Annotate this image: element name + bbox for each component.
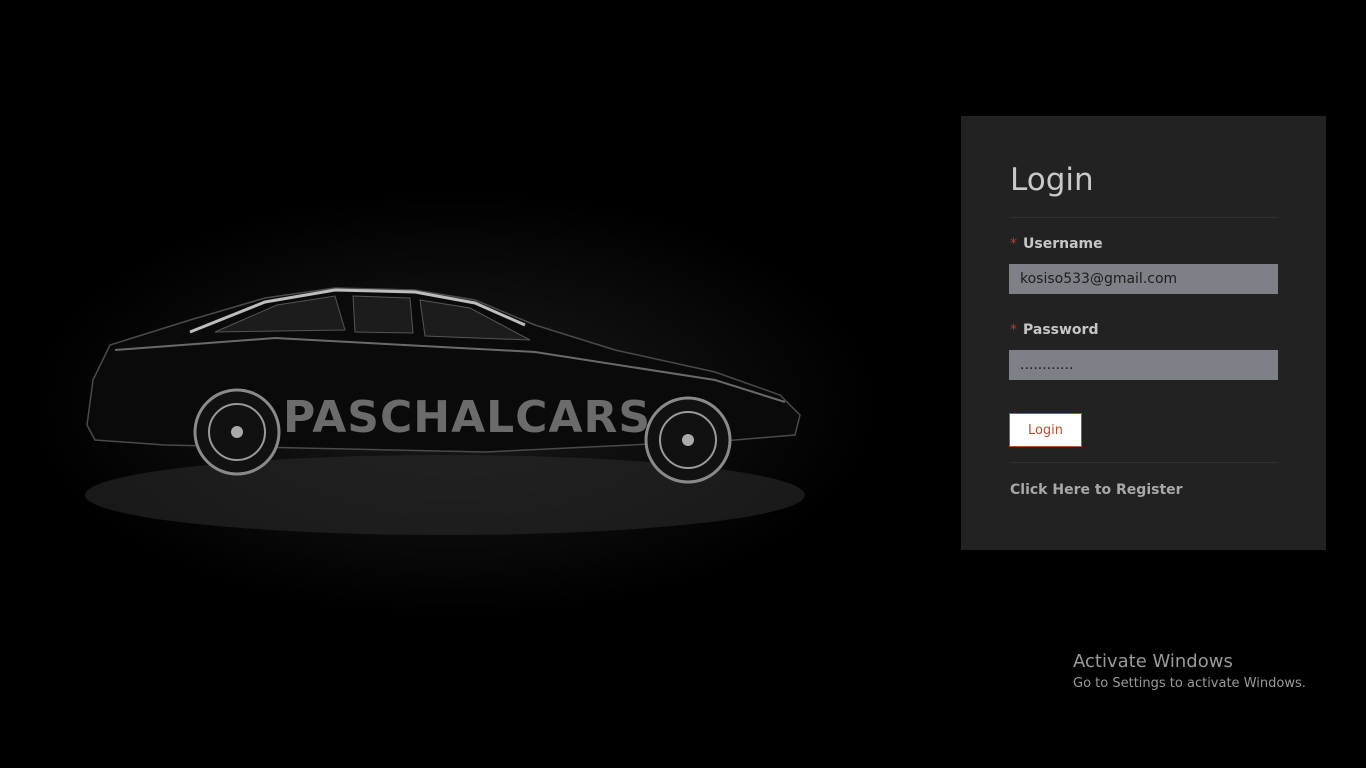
password-label: * Password [1010, 322, 1098, 338]
login-panel: Login * Username * Password Login Click He… [961, 116, 1326, 550]
password-label-text: Password [1023, 322, 1099, 338]
watermark-title: Activate Windows [1073, 651, 1233, 672]
title-divider [1010, 217, 1278, 218]
login-title: Login [1010, 162, 1094, 198]
watermark-subtitle: Go to Settings to activate Windows. [1073, 676, 1306, 691]
password-input[interactable] [1009, 350, 1278, 380]
required-marker: * [1010, 236, 1017, 252]
required-marker: * [1010, 322, 1017, 338]
car-illustration [85, 287, 805, 535]
windows-activation-watermark: Activate Windows Go to Settings to activ… [1073, 651, 1306, 691]
username-label-text: Username [1023, 236, 1103, 252]
brand-watermark: PASCHALCARS [283, 392, 652, 443]
username-input[interactable] [1009, 264, 1278, 294]
login-button[interactable]: Login [1009, 413, 1082, 447]
form-divider [1010, 462, 1278, 463]
username-label: * Username [1010, 236, 1103, 252]
register-link[interactable]: Click Here to Register [1010, 482, 1183, 498]
hero-image: PASCHALCARS [15, 140, 895, 620]
